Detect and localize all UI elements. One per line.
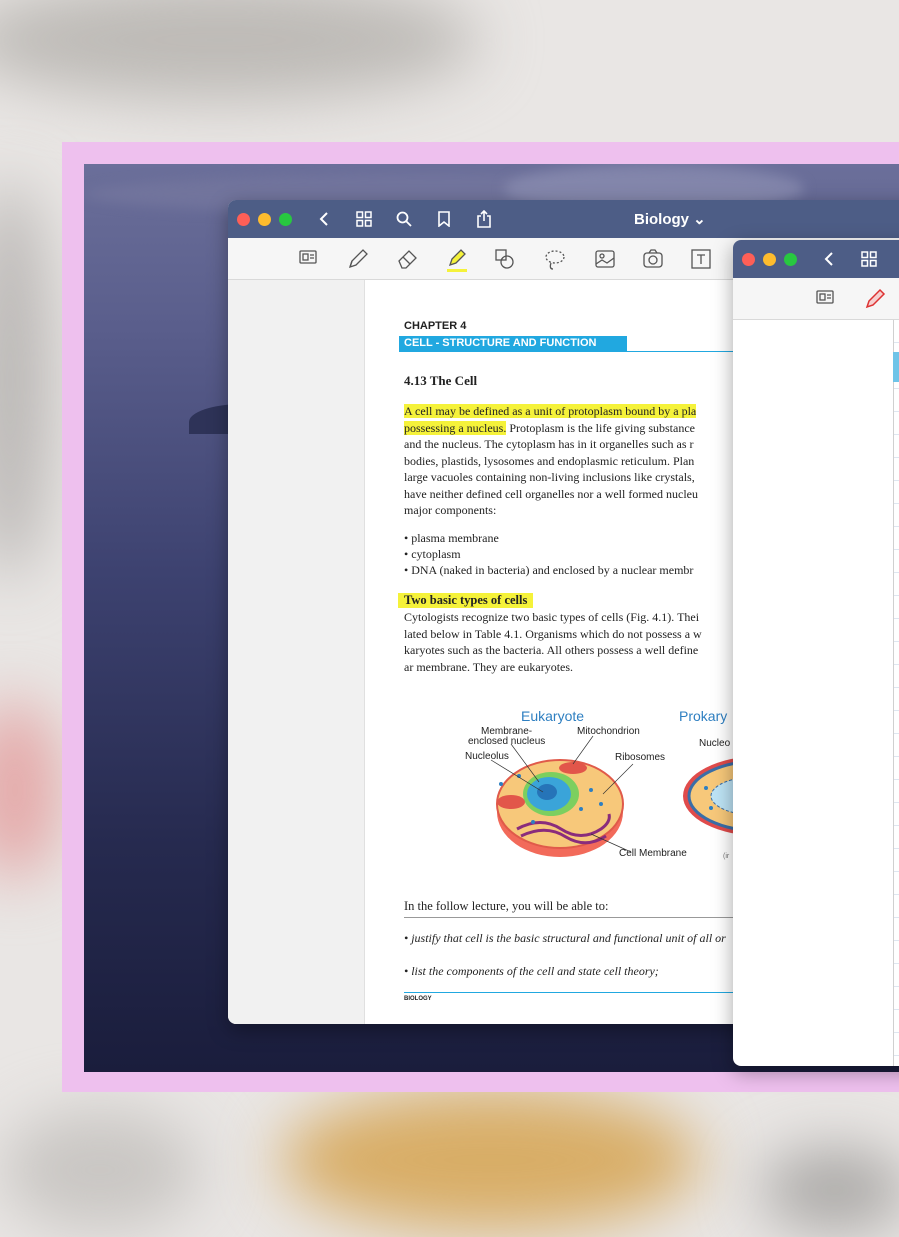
pen-icon[interactable] [863, 287, 887, 311]
window-controls [237, 212, 292, 226]
cell-diagram: Eukaryote Prokary Membrane- enclosed nuc… [461, 704, 771, 874]
image-icon[interactable] [593, 247, 617, 271]
camera-icon[interactable] [641, 247, 665, 271]
highlighter-icon[interactable] [445, 247, 469, 272]
chapter-subtitle: CELL - STRUCTURE AND FUNCTION [399, 336, 627, 352]
learning-goal: • justify that cell is the basic structu… [404, 931, 726, 945]
zoom-button[interactable] [784, 252, 797, 266]
lasso-icon[interactable] [543, 247, 567, 271]
subheading: Two basic types of cells [398, 593, 534, 608]
footer-divider [404, 992, 766, 993]
second-window [733, 240, 899, 1066]
pen-icon[interactable] [346, 247, 370, 271]
lecture-intro: In the follow lecture, you will be able … [404, 899, 609, 913]
annotation-toolbar [733, 278, 899, 320]
component-list: • plasma membrane • cytoplasm • DNA (nak… [404, 530, 693, 578]
page-layout-icon[interactable] [298, 247, 322, 271]
bookmark-icon[interactable] [434, 209, 454, 229]
back-icon[interactable] [819, 249, 839, 269]
paragraph-1: A cell may be defined as a unit of proto… [404, 404, 698, 517]
text-icon[interactable] [689, 247, 713, 271]
list-item: • DNA (naked in bacteria) and enclosed b… [404, 563, 694, 577]
close-button[interactable] [742, 252, 755, 266]
cell-illustration [490, 735, 771, 857]
chapter-label: CHAPTER 4 [404, 320, 467, 332]
minimize-button[interactable] [258, 212, 271, 226]
page-layout-icon[interactable] [815, 287, 839, 311]
grid-icon[interactable] [354, 209, 374, 229]
document-title[interactable]: Biology ⌄ [634, 210, 706, 228]
paragraph-2: Cytologists recognize two basic types of… [404, 610, 702, 674]
window-controls [742, 252, 797, 266]
page-marker [893, 352, 899, 382]
search-icon[interactable] [394, 209, 414, 229]
second-titlebar [733, 240, 899, 278]
document-page[interactable]: CHAPTER 4 CELL - STRUCTURE AND FUNCTION … [364, 280, 771, 1024]
minimize-button[interactable] [763, 252, 776, 266]
list-item: • plasma membrane [404, 531, 499, 545]
section-title: 4.13 The Cell [404, 373, 478, 388]
ruled-page[interactable] [893, 320, 899, 1066]
grid-icon[interactable] [859, 249, 879, 269]
divider [404, 917, 766, 918]
main-titlebar: Biology ⌄ [228, 200, 899, 238]
close-button[interactable] [237, 212, 250, 226]
learning-goal: • list the components of the cell and st… [404, 964, 659, 978]
eraser-icon[interactable] [396, 247, 420, 271]
page-gutter [228, 280, 364, 1024]
list-item: • cytoplasm [404, 547, 461, 561]
shapes-icon[interactable] [493, 247, 517, 271]
zoom-button[interactable] [279, 212, 292, 226]
back-icon[interactable] [314, 209, 334, 229]
share-icon[interactable] [474, 209, 494, 229]
page-footer: BIOLOGY [404, 996, 432, 1002]
